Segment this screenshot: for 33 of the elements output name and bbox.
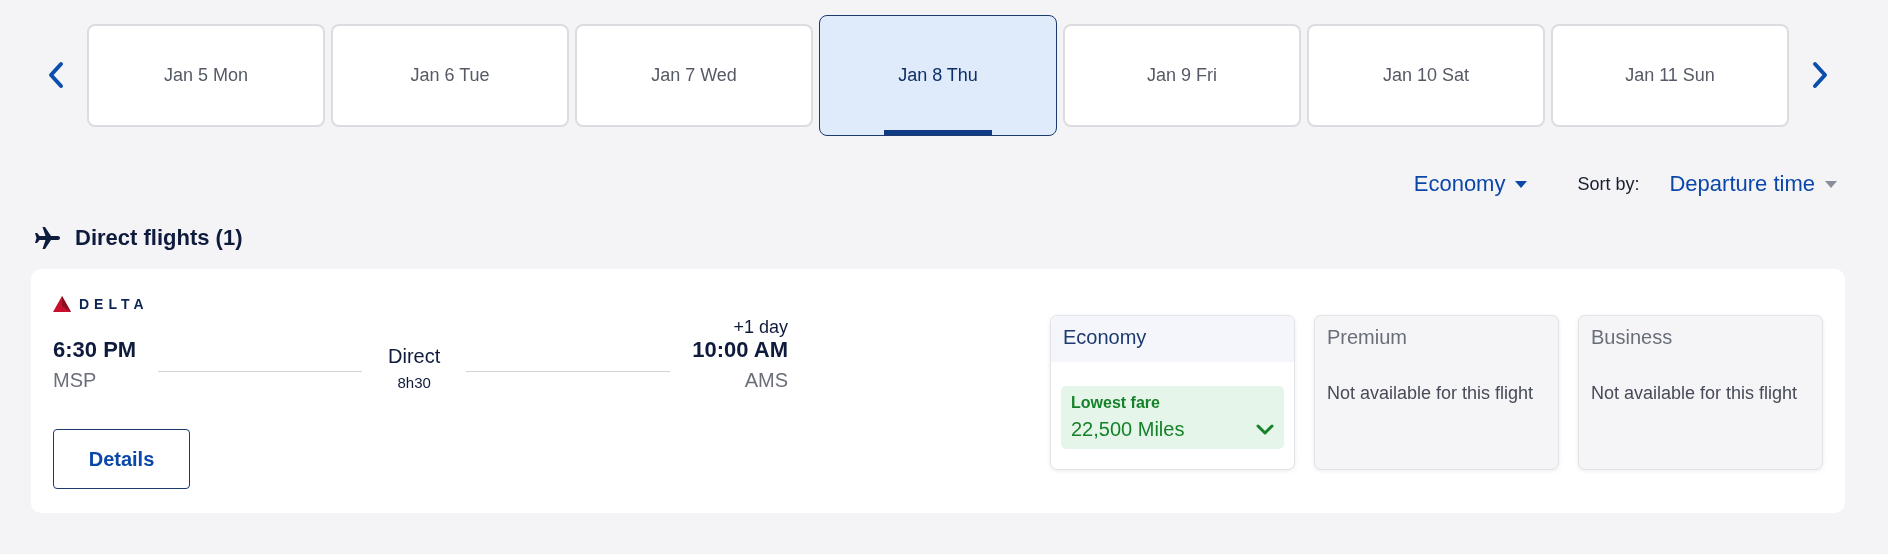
airport-code: MSP	[53, 369, 98, 392]
date-tab[interactable]: Jan 11 Sun	[1551, 23, 1789, 127]
airline-logo: DELTA	[53, 295, 149, 313]
caret-icon	[1825, 180, 1837, 188]
fare-option[interactable]: Lowest fare 22,500 Miles	[1061, 386, 1284, 449]
availability-note: Not available for this flight	[1326, 382, 1535, 405]
day-offset: +1 day	[733, 317, 788, 337]
fare-card[interactable]: Business Not available for this flight	[1578, 315, 1823, 470]
airplane-icon	[35, 227, 61, 249]
caret-icon	[1515, 180, 1528, 188]
cabin-name: Economy	[1051, 316, 1294, 362]
stops-label: Direct	[388, 345, 441, 368]
section-title: Direct flights (1)	[75, 225, 243, 251]
fare-card[interactable]: Premium Not available for this flight	[1314, 315, 1559, 470]
cabin-name: Premium	[1326, 325, 1408, 350]
date-tab[interactable]: Jan 5 Mon	[87, 23, 325, 127]
date-tab[interactable]: Jan 8 Thu	[819, 14, 1057, 136]
date-tab[interactable]: Jan 10 Sat	[1307, 23, 1545, 127]
date-tab[interactable]: Jan 7 Wed	[575, 23, 813, 127]
details-button[interactable]: Details	[53, 429, 190, 489]
date-tab[interactable]: Jan 9 Fri	[1063, 23, 1301, 127]
cabin-name: Business	[1590, 325, 1674, 350]
sort-dropdown[interactable]: Departure time	[1669, 171, 1837, 197]
airport-code: AMS	[744, 369, 788, 392]
fare-card[interactable]: Economy Lowest fare 22,500 Miles	[1050, 315, 1295, 470]
chevron-down-icon	[1256, 424, 1274, 435]
cabin-dropdown[interactable]: Economy	[1413, 171, 1528, 197]
date-tab[interactable]: Jan 6 Tue	[331, 23, 569, 127]
departure-time: 6:30 PM	[53, 337, 137, 363]
sort-label: Sort by:	[1577, 173, 1640, 195]
availability-note: Not available for this flight	[1590, 382, 1799, 405]
arrival-time: 10:00 AM	[692, 337, 788, 363]
flight-duration: 8h30	[397, 374, 431, 391]
